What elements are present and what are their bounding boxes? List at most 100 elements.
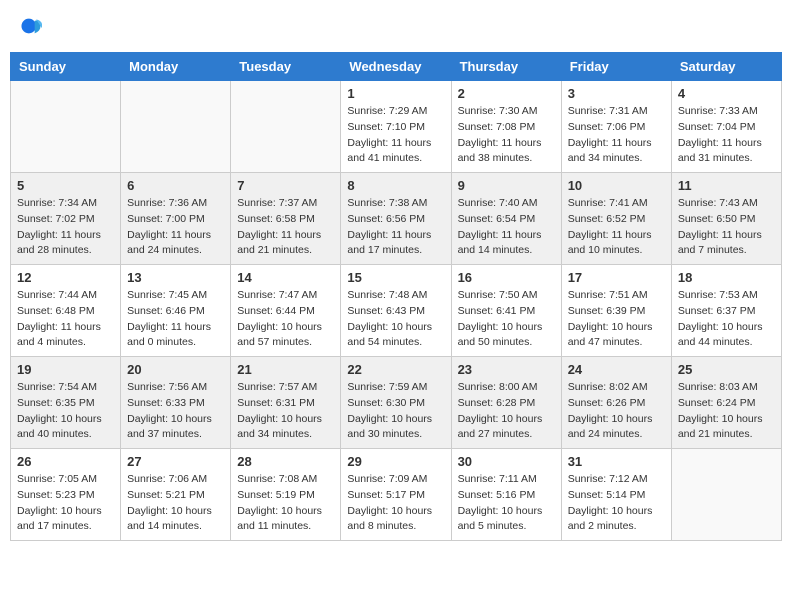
- day-number: 2: [458, 86, 555, 101]
- calendar-cell: 24Sunrise: 8:02 AMSunset: 6:26 PMDayligh…: [561, 357, 671, 449]
- day-info: Sunrise: 7:51 AMSunset: 6:39 PMDaylight:…: [568, 288, 665, 351]
- day-info: Sunrise: 7:50 AMSunset: 6:41 PMDaylight:…: [458, 288, 555, 351]
- day-number: 26: [17, 454, 114, 469]
- day-info: Sunrise: 7:40 AMSunset: 6:54 PMDaylight:…: [458, 196, 555, 259]
- day-number: 3: [568, 86, 665, 101]
- calendar-cell: 20Sunrise: 7:56 AMSunset: 6:33 PMDayligh…: [121, 357, 231, 449]
- calendar-cell: 12 Sunrise: 7:44 AMSunset: 6:48 PMDayligh…: [11, 265, 121, 357]
- calendar-cell: 25 Sunrise: 8:03 AMSunset: 6:24 PMDayligh…: [671, 357, 781, 449]
- day-info: Sunrise: 8:03 AMSunset: 6:24 PMDaylight:…: [678, 380, 775, 443]
- day-number: 5: [17, 178, 114, 193]
- day-info: Sunrise: 7:48 AMSunset: 6:43 PMDaylight:…: [347, 288, 444, 351]
- day-info: Sunrise: 7:31 AMSunset: 7:06 PMDaylight:…: [568, 104, 665, 167]
- calendar-cell: 10 Sunrise: 7:41 AMSunset: 6:52 PMDayligh…: [561, 173, 671, 265]
- calendar-cell: 31 Sunrise: 7:12 AMSunset: 5:14 PMDayligh…: [561, 449, 671, 541]
- day-info: Sunrise: 7:08 AMSunset: 5:19 PMDaylight:…: [237, 472, 334, 535]
- header-cell-monday: Monday: [121, 53, 231, 81]
- calendar-cell: 9 Sunrise: 7:40 AMSunset: 6:54 PMDaylight…: [451, 173, 561, 265]
- day-number: 7: [237, 178, 334, 193]
- day-info: Sunrise: 7:57 AMSunset: 6:31 PMDaylight:…: [237, 380, 334, 443]
- day-info: Sunrise: 7:12 AMSunset: 5:14 PMDaylight:…: [568, 472, 665, 535]
- day-number: 25: [678, 362, 775, 377]
- day-number: 17: [568, 270, 665, 285]
- day-number: 18: [678, 270, 775, 285]
- calendar-cell: 2 Sunrise: 7:30 AMSunset: 7:08 PMDaylight…: [451, 81, 561, 173]
- day-number: 31: [568, 454, 665, 469]
- day-number: 4: [678, 86, 775, 101]
- day-info: Sunrise: 7:05 AMSunset: 5:23 PMDaylight:…: [17, 472, 114, 535]
- day-info: Sunrise: 7:45 AMSunset: 6:46 PMDaylight:…: [127, 288, 224, 351]
- header-cell-friday: Friday: [561, 53, 671, 81]
- calendar-cell: 28 Sunrise: 7:08 AMSunset: 5:19 PMDayligh…: [231, 449, 341, 541]
- day-number: 9: [458, 178, 555, 193]
- day-info: Sunrise: 7:09 AMSunset: 5:17 PMDaylight:…: [347, 472, 444, 535]
- day-number: 29: [347, 454, 444, 469]
- day-info: Sunrise: 7:34 AMSunset: 7:02 PMDaylight:…: [17, 196, 114, 259]
- calendar-cell: 4 Sunrise: 7:33 AMSunset: 7:04 PMDaylight…: [671, 81, 781, 173]
- day-info: Sunrise: 7:59 AMSunset: 6:30 PMDaylight:…: [347, 380, 444, 443]
- page-header: [10, 10, 782, 42]
- day-number: 8: [347, 178, 444, 193]
- day-info: Sunrise: 7:29 AMSunset: 7:10 PMDaylight:…: [347, 104, 444, 167]
- header-cell-wednesday: Wednesday: [341, 53, 451, 81]
- calendar-cell: 26 Sunrise: 7:05 AMSunset: 5:23 PMDayligh…: [11, 449, 121, 541]
- day-info: Sunrise: 7:56 AMSunset: 6:33 PMDaylight:…: [127, 380, 224, 443]
- day-number: 10: [568, 178, 665, 193]
- day-number: 15: [347, 270, 444, 285]
- calendar-table: SundayMondayTuesdayWednesdayThursdayFrid…: [10, 52, 782, 541]
- day-info: Sunrise: 7:43 AMSunset: 6:50 PMDaylight:…: [678, 196, 775, 259]
- calendar-cell: 30 Sunrise: 7:11 AMSunset: 5:16 PMDayligh…: [451, 449, 561, 541]
- day-info: Sunrise: 7:06 AMSunset: 5:21 PMDaylight:…: [127, 472, 224, 535]
- day-number: 11: [678, 178, 775, 193]
- day-number: 24: [568, 362, 665, 377]
- logo: [20, 15, 44, 37]
- day-number: 12: [17, 270, 114, 285]
- day-info: Sunrise: 7:41 AMSunset: 6:52 PMDaylight:…: [568, 196, 665, 259]
- calendar-cell: 17 Sunrise: 7:51 AMSunset: 6:39 PMDayligh…: [561, 265, 671, 357]
- calendar-week-1: 1 Sunrise: 7:29 AMSunset: 7:10 PMDaylight…: [11, 81, 782, 173]
- day-info: Sunrise: 7:30 AMSunset: 7:08 PMDaylight:…: [458, 104, 555, 167]
- day-number: 1: [347, 86, 444, 101]
- calendar-cell: 13 Sunrise: 7:45 AMSunset: 6:46 PMDayligh…: [121, 265, 231, 357]
- calendar-cell: 3 Sunrise: 7:31 AMSunset: 7:06 PMDaylight…: [561, 81, 671, 173]
- calendar-cell: 6Sunrise: 7:36 AMSunset: 7:00 PMDaylight…: [121, 173, 231, 265]
- day-number: 28: [237, 454, 334, 469]
- day-number: 14: [237, 270, 334, 285]
- day-info: Sunrise: 7:11 AMSunset: 5:16 PMDaylight:…: [458, 472, 555, 535]
- calendar-week-4: 19 Sunrise: 7:54 AMSunset: 6:35 PMDayligh…: [11, 357, 782, 449]
- day-number: 21: [237, 362, 334, 377]
- day-number: 27: [127, 454, 224, 469]
- header-cell-saturday: Saturday: [671, 53, 781, 81]
- day-number: 6: [127, 178, 224, 193]
- day-info: Sunrise: 7:38 AMSunset: 6:56 PMDaylight:…: [347, 196, 444, 259]
- calendar-week-2: 5 Sunrise: 7:34 AMSunset: 7:02 PMDaylight…: [11, 173, 782, 265]
- day-number: 16: [458, 270, 555, 285]
- calendar-cell: 23Sunrise: 8:00 AMSunset: 6:28 PMDayligh…: [451, 357, 561, 449]
- calendar-cell: 21 Sunrise: 7:57 AMSunset: 6:31 PMDayligh…: [231, 357, 341, 449]
- calendar-body: 1 Sunrise: 7:29 AMSunset: 7:10 PMDaylight…: [11, 81, 782, 541]
- calendar-cell: 22Sunrise: 7:59 AMSunset: 6:30 PMDayligh…: [341, 357, 451, 449]
- calendar-cell: [121, 81, 231, 173]
- calendar-cell: 29 Sunrise: 7:09 AMSunset: 5:17 PMDayligh…: [341, 449, 451, 541]
- header-cell-thursday: Thursday: [451, 53, 561, 81]
- day-info: Sunrise: 7:54 AMSunset: 6:35 PMDaylight:…: [17, 380, 114, 443]
- calendar-cell: 27 Sunrise: 7:06 AMSunset: 5:21 PMDayligh…: [121, 449, 231, 541]
- calendar-cell: 11 Sunrise: 7:43 AMSunset: 6:50 PMDayligh…: [671, 173, 781, 265]
- day-number: 30: [458, 454, 555, 469]
- calendar-cell: 18 Sunrise: 7:53 AMSunset: 6:37 PMDayligh…: [671, 265, 781, 357]
- calendar-week-5: 26 Sunrise: 7:05 AMSunset: 5:23 PMDayligh…: [11, 449, 782, 541]
- day-info: Sunrise: 7:53 AMSunset: 6:37 PMDaylight:…: [678, 288, 775, 351]
- calendar-header: SundayMondayTuesdayWednesdayThursdayFrid…: [11, 53, 782, 81]
- day-number: 19: [17, 362, 114, 377]
- header-cell-tuesday: Tuesday: [231, 53, 341, 81]
- calendar-cell: 5 Sunrise: 7:34 AMSunset: 7:02 PMDaylight…: [11, 173, 121, 265]
- calendar-week-3: 12 Sunrise: 7:44 AMSunset: 6:48 PMDayligh…: [11, 265, 782, 357]
- day-info: Sunrise: 7:47 AMSunset: 6:44 PMDaylight:…: [237, 288, 334, 351]
- calendar-cell: 15 Sunrise: 7:48 AMSunset: 6:43 PMDayligh…: [341, 265, 451, 357]
- day-number: 13: [127, 270, 224, 285]
- calendar-cell: [11, 81, 121, 173]
- logo-icon: [20, 15, 42, 37]
- day-info: Sunrise: 7:44 AMSunset: 6:48 PMDaylight:…: [17, 288, 114, 351]
- day-info: Sunrise: 7:33 AMSunset: 7:04 PMDaylight:…: [678, 104, 775, 167]
- header-row: SundayMondayTuesdayWednesdayThursdayFrid…: [11, 53, 782, 81]
